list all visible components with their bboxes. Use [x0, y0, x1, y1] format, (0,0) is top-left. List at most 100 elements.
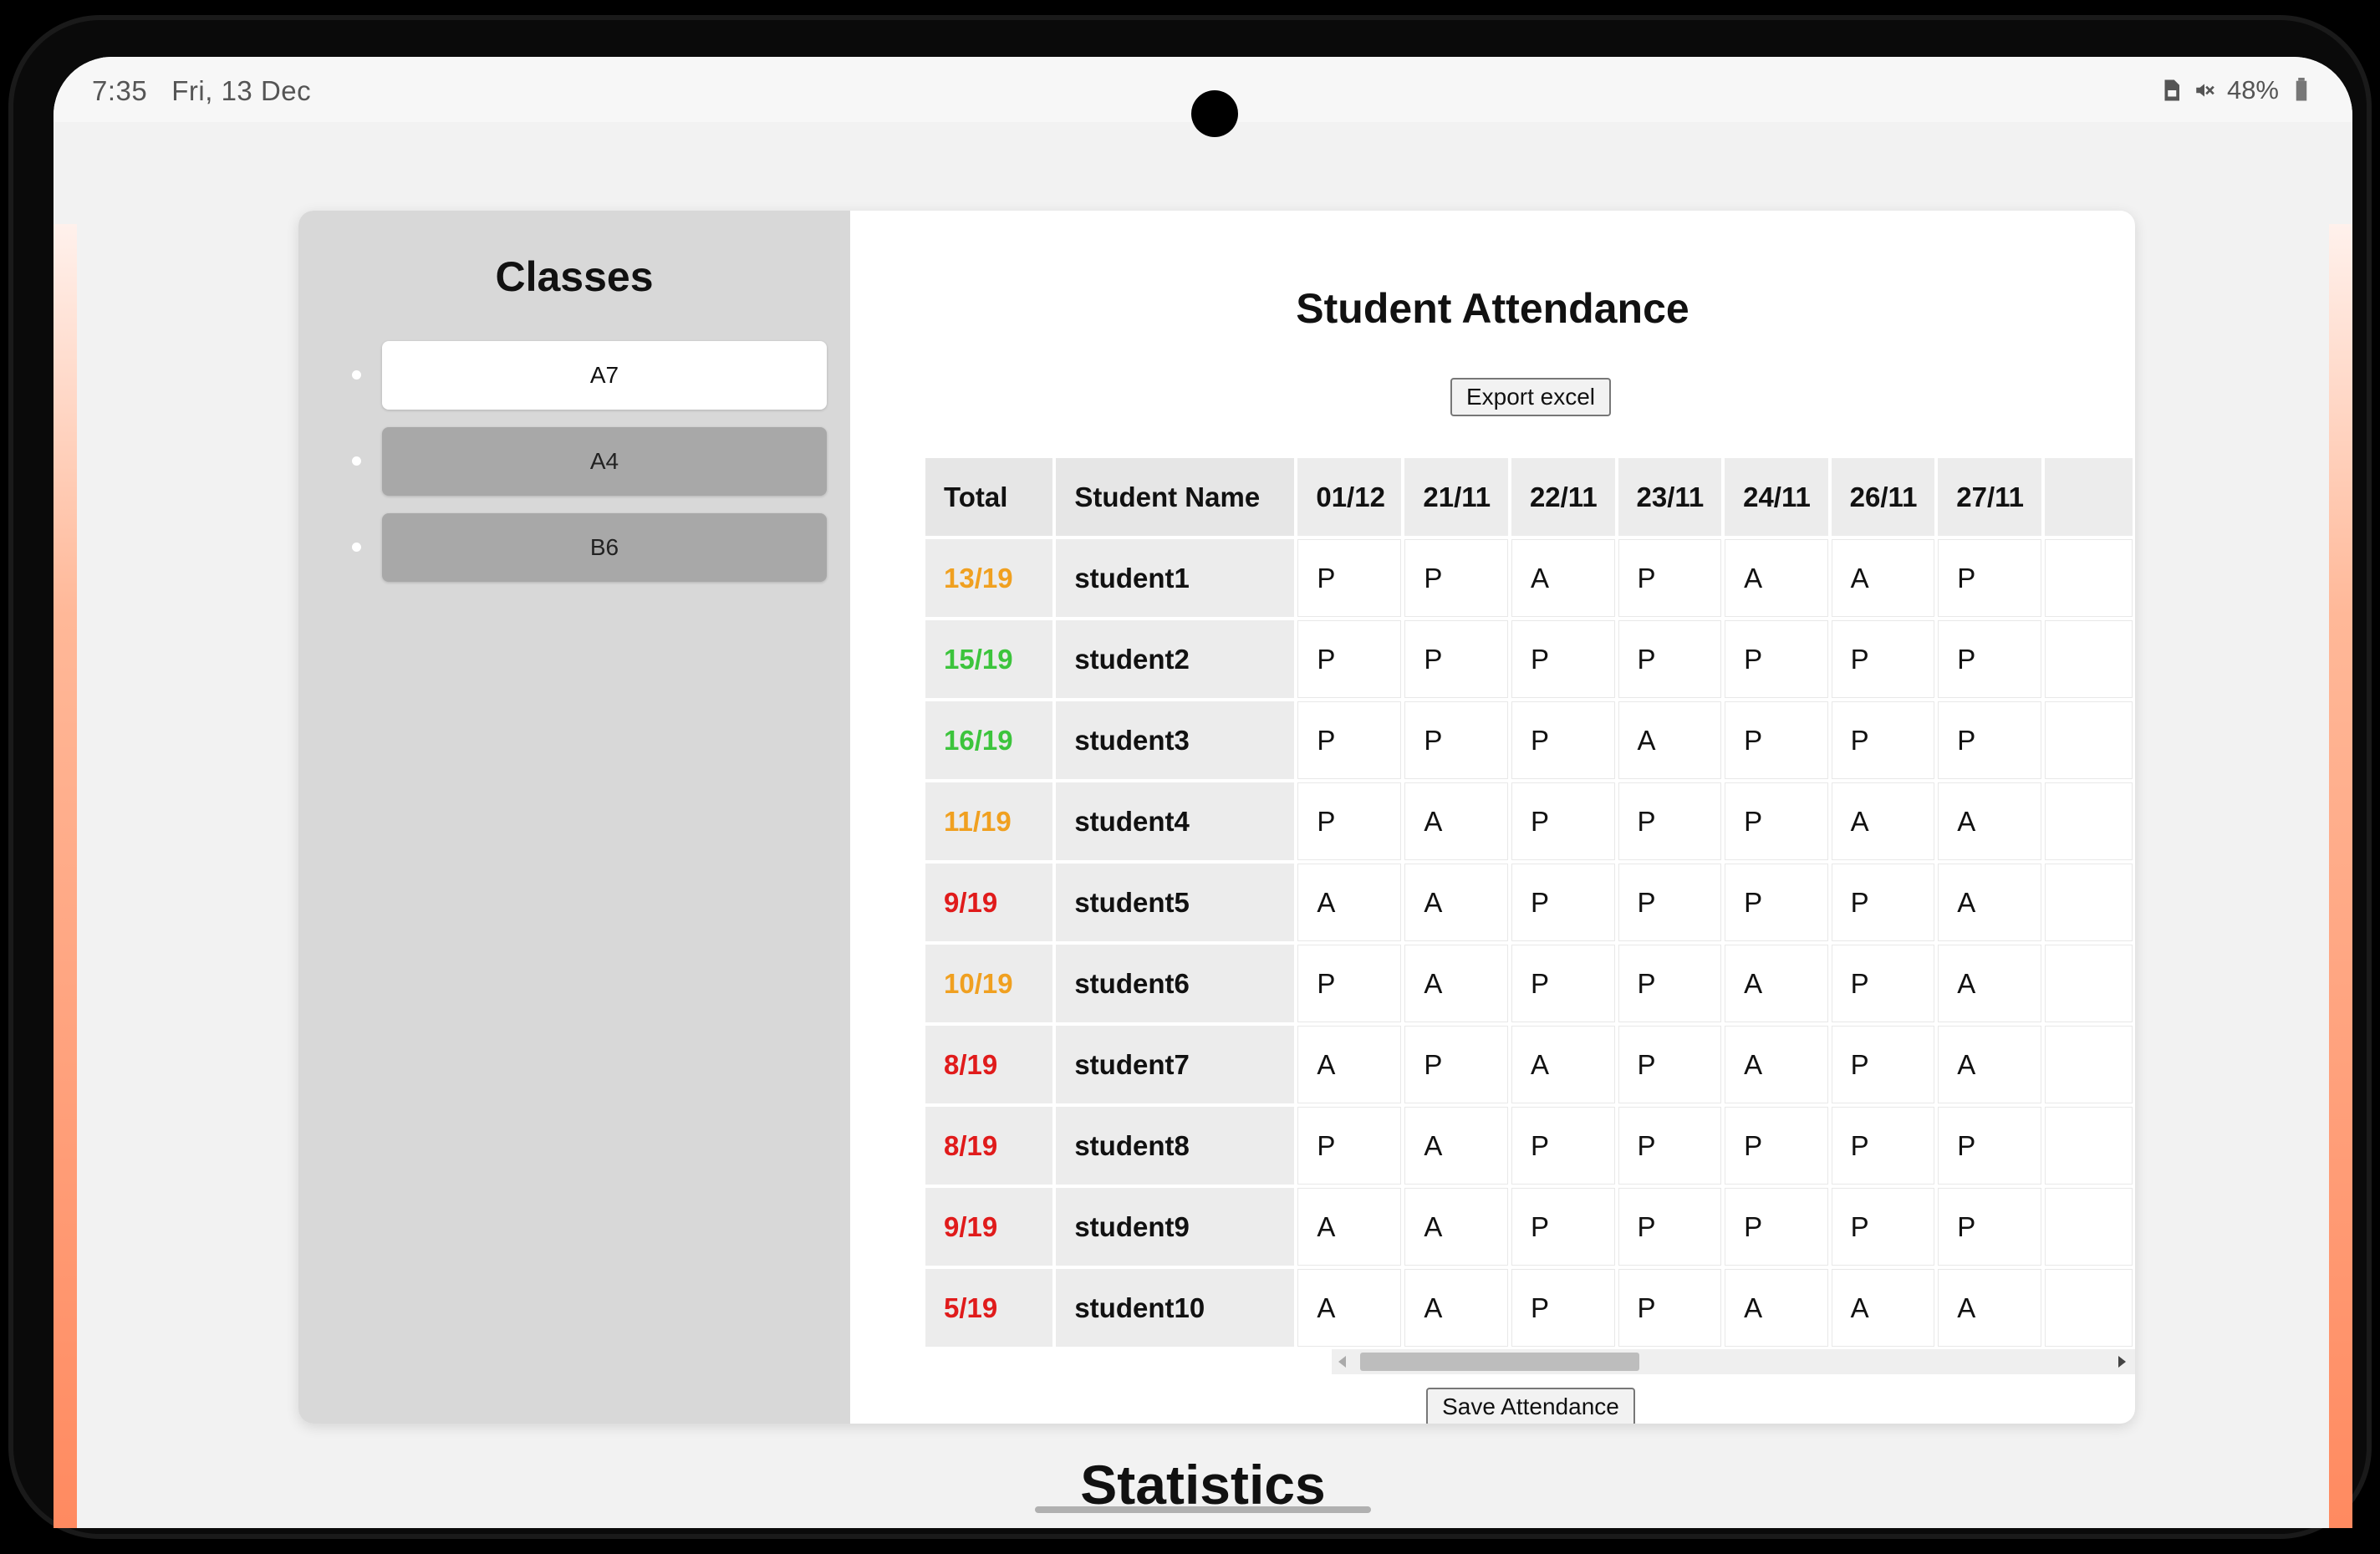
- attendance-mark-cell[interactable]: A: [1938, 1026, 2041, 1103]
- header-date: 24/11: [1725, 458, 1828, 536]
- class-item-a4[interactable]: A4: [352, 427, 827, 496]
- attendance-mark-cell[interactable]: P: [1618, 1026, 1722, 1103]
- attendance-mark-cell[interactable]: P: [1725, 620, 1828, 698]
- accent-left: [54, 224, 77, 1528]
- attendance-mark-cell[interactable]: P: [1297, 539, 1402, 617]
- attendance-mark-cell[interactable]: P: [1404, 539, 1508, 617]
- attendance-mark-cell-overflow[interactable]: [2044, 782, 2133, 860]
- attendance-mark-cell[interactable]: P: [1725, 1107, 1828, 1185]
- attendance-mark-cell[interactable]: P: [1511, 782, 1615, 860]
- attendance-mark-cell[interactable]: A: [1831, 539, 1935, 617]
- attendance-mark-cell[interactable]: A: [1404, 864, 1508, 941]
- save-attendance-button[interactable]: Save Attendance: [1426, 1388, 1635, 1424]
- header-date: 21/11: [1404, 458, 1508, 536]
- attendance-mark-cell[interactable]: P: [1831, 1026, 1935, 1103]
- table-horizontal-scrollbar[interactable]: [1332, 1349, 2135, 1374]
- attendance-mark-cell[interactable]: P: [1511, 1269, 1615, 1347]
- attendance-mark-cell[interactable]: P: [1938, 1188, 2041, 1266]
- attendance-table-scroll[interactable]: Total Student Name 01/12 21/11 22/11 23/…: [925, 458, 2135, 1369]
- attendance-mark-cell[interactable]: A: [1297, 1269, 1402, 1347]
- attendance-mark-cell-overflow[interactable]: [2044, 1107, 2133, 1185]
- attendance-mark-cell[interactable]: A: [1404, 1188, 1508, 1266]
- scroll-left-arrow-icon[interactable]: [1338, 1356, 1346, 1368]
- attendance-mark-cell[interactable]: A: [1938, 945, 2041, 1022]
- attendance-mark-cell[interactable]: P: [1511, 701, 1615, 779]
- attendance-mark-cell[interactable]: P: [1618, 539, 1722, 617]
- attendance-mark-cell[interactable]: P: [1404, 1026, 1508, 1103]
- attendance-mark-cell[interactable]: P: [1938, 539, 2041, 617]
- attendance-mark-cell[interactable]: P: [1938, 701, 2041, 779]
- attendance-mark-cell[interactable]: A: [1725, 539, 1828, 617]
- attendance-mark-cell[interactable]: A: [1297, 1026, 1402, 1103]
- attendance-mark-cell[interactable]: P: [1511, 1107, 1615, 1185]
- attendance-mark-cell-overflow[interactable]: [2044, 620, 2133, 698]
- attendance-mark-cell-overflow[interactable]: [2044, 864, 2133, 941]
- attendance-mark-cell[interactable]: P: [1618, 1107, 1722, 1185]
- class-item-a7[interactable]: A7: [352, 341, 827, 410]
- attendance-mark-cell-overflow[interactable]: [2044, 1269, 2133, 1347]
- attendance-mark-cell[interactable]: P: [1618, 1269, 1722, 1347]
- attendance-mark-cell[interactable]: P: [1725, 701, 1828, 779]
- attendance-mark-cell[interactable]: A: [1938, 864, 2041, 941]
- attendance-table: Total Student Name 01/12 21/11 22/11 23/…: [925, 458, 2135, 1350]
- attendance-total: 9/19: [925, 1188, 1053, 1266]
- attendance-mark-cell[interactable]: A: [1297, 864, 1402, 941]
- attendance-mark-cell[interactable]: P: [1297, 1107, 1402, 1185]
- attendance-mark-cell[interactable]: A: [1297, 1188, 1402, 1266]
- export-excel-button[interactable]: Export excel: [1450, 378, 1611, 416]
- attendance-mark-cell[interactable]: A: [1725, 1269, 1828, 1347]
- attendance-mark-cell[interactable]: A: [1831, 782, 1935, 860]
- attendance-mark-cell[interactable]: P: [1618, 1188, 1722, 1266]
- attendance-mark-cell[interactable]: A: [1404, 1269, 1508, 1347]
- attendance-mark-cell[interactable]: A: [1404, 945, 1508, 1022]
- attendance-mark-cell[interactable]: A: [1725, 1026, 1828, 1103]
- attendance-mark-cell[interactable]: A: [1831, 1269, 1935, 1347]
- attendance-mark-cell[interactable]: P: [1725, 864, 1828, 941]
- scroll-right-arrow-icon[interactable]: [2118, 1356, 2126, 1368]
- attendance-mark-cell[interactable]: A: [1938, 782, 2041, 860]
- attendance-mark-cell[interactable]: P: [1618, 945, 1722, 1022]
- scrollbar-thumb[interactable]: [1360, 1353, 1639, 1371]
- attendance-mark-cell[interactable]: A: [1938, 1269, 2041, 1347]
- attendance-mark-cell[interactable]: P: [1297, 701, 1402, 779]
- attendance-mark-cell-overflow[interactable]: [2044, 945, 2133, 1022]
- attendance-mark-cell[interactable]: P: [1297, 620, 1402, 698]
- attendance-mark-cell[interactable]: A: [1404, 782, 1508, 860]
- attendance-mark-cell[interactable]: P: [1404, 701, 1508, 779]
- attendance-mark-cell-overflow[interactable]: [2044, 1026, 2133, 1103]
- attendance-mark-cell-overflow[interactable]: [2044, 1188, 2133, 1266]
- attendance-mark-cell-overflow[interactable]: [2044, 701, 2133, 779]
- attendance-mark-cell[interactable]: P: [1297, 945, 1402, 1022]
- attendance-mark-cell[interactable]: P: [1725, 1188, 1828, 1266]
- attendance-mark-cell[interactable]: P: [1938, 620, 2041, 698]
- attendance-mark-cell[interactable]: P: [1831, 1107, 1935, 1185]
- table-row: 13/19 student1 P P A P A A P: [925, 539, 2133, 617]
- attendance-mark-cell[interactable]: A: [1725, 945, 1828, 1022]
- attendance-mark-cell[interactable]: A: [1404, 1107, 1508, 1185]
- attendance-mark-cell[interactable]: P: [1511, 945, 1615, 1022]
- attendance-mark-cell[interactable]: P: [1297, 782, 1402, 860]
- attendance-mark-cell[interactable]: P: [1618, 620, 1722, 698]
- attendance-mark-cell[interactable]: A: [1511, 539, 1615, 617]
- attendance-mark-cell-overflow[interactable]: [2044, 539, 2133, 617]
- attendance-mark-cell[interactable]: P: [1618, 864, 1722, 941]
- student-name: student5: [1056, 864, 1295, 941]
- home-indicator[interactable]: [1035, 1506, 1371, 1513]
- attendance-mark-cell[interactable]: P: [1618, 782, 1722, 860]
- attendance-mark-cell[interactable]: A: [1511, 1026, 1615, 1103]
- attendance-mark-cell[interactable]: P: [1831, 701, 1935, 779]
- attendance-mark-cell[interactable]: P: [1831, 945, 1935, 1022]
- attendance-mark-cell[interactable]: P: [1831, 1188, 1935, 1266]
- attendance-mark-cell[interactable]: P: [1404, 620, 1508, 698]
- attendance-mark-cell[interactable]: P: [1511, 620, 1615, 698]
- attendance-mark-cell[interactable]: P: [1511, 864, 1615, 941]
- attendance-mark-cell[interactable]: P: [1831, 864, 1935, 941]
- attendance-mark-cell[interactable]: P: [1725, 782, 1828, 860]
- status-date: Fri, 13 Dec: [171, 75, 312, 106]
- attendance-mark-cell[interactable]: P: [1511, 1188, 1615, 1266]
- attendance-mark-cell[interactable]: A: [1618, 701, 1722, 779]
- attendance-mark-cell[interactable]: P: [1938, 1107, 2041, 1185]
- class-item-b6[interactable]: B6: [352, 513, 827, 582]
- header-date-overflow: [2044, 458, 2133, 536]
- attendance-mark-cell[interactable]: P: [1831, 620, 1935, 698]
